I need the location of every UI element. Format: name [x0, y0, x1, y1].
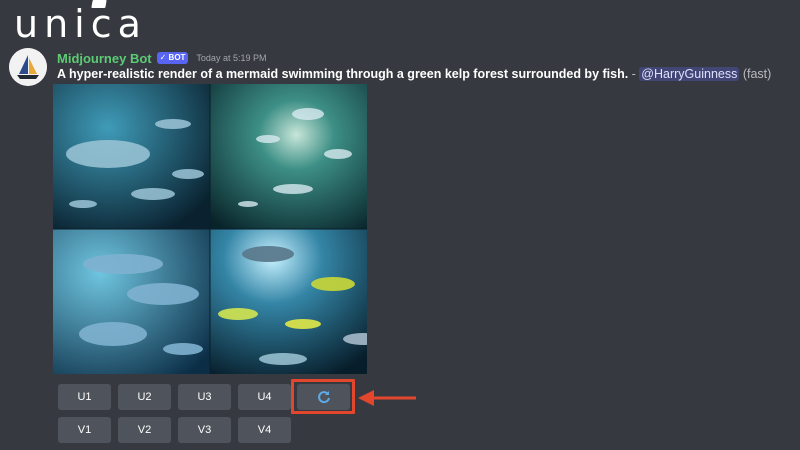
user-mention[interactable]: @HarryGuinness — [639, 67, 740, 81]
timestamp: Today at 5:19 PM — [196, 53, 267, 63]
upscale-button-3[interactable]: U3 — [178, 384, 231, 410]
variation-button-4[interactable]: V4 — [238, 417, 291, 443]
arrow-left-icon — [358, 390, 416, 406]
message-content: A hyper-realistic render of a mermaid sw… — [57, 67, 771, 81]
mode-label: (fast) — [742, 67, 772, 81]
prompt-text: A hyper-realistic render of a mermaid sw… — [57, 67, 629, 81]
sailboat-icon — [9, 48, 47, 86]
separator: - — [628, 67, 640, 81]
upscale-button-4[interactable]: U4 — [238, 384, 291, 410]
logo-text: unica — [14, 2, 147, 46]
graduation-cap-icon — [91, 0, 107, 8]
bot-avatar[interactable] — [9, 48, 47, 86]
highlight-box — [291, 379, 355, 414]
generated-image-grid[interactable] — [53, 84, 367, 374]
upscale-button-1[interactable]: U1 — [58, 384, 111, 410]
username[interactable]: Midjourney Bot — [57, 51, 152, 66]
variation-button-2[interactable]: V2 — [118, 417, 171, 443]
bot-badge: ✓ BOT — [156, 52, 189, 64]
variation-button-1[interactable]: V1 — [58, 417, 111, 443]
variation-button-3[interactable]: V3 — [178, 417, 231, 443]
message-header: Midjourney Bot ✓ BOT Today at 5:19 PM — [57, 51, 267, 66]
fish-image — [53, 84, 367, 374]
upscale-button-2[interactable]: U2 — [118, 384, 171, 410]
